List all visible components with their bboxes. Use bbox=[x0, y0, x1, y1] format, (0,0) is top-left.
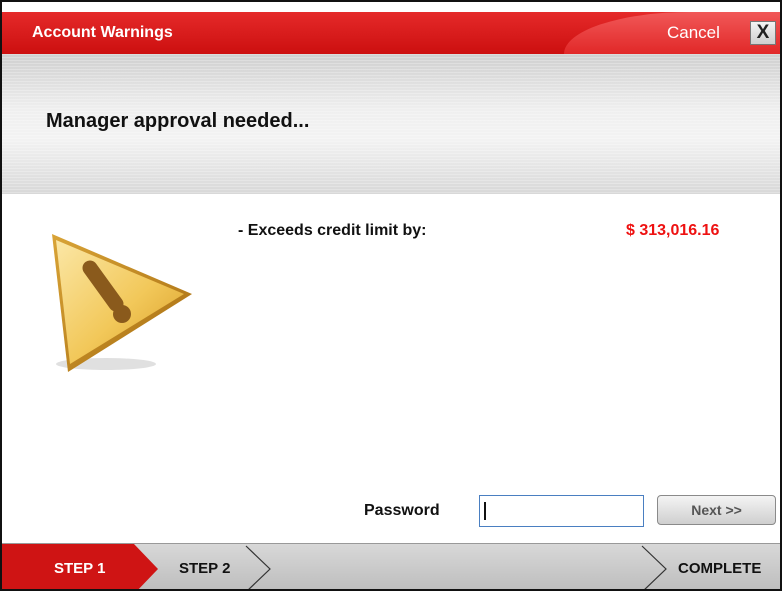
warning-amount: $ 313,016.16 bbox=[626, 222, 720, 239]
step-complete-label: COMPLETE bbox=[678, 560, 762, 577]
step-1-label: STEP 1 bbox=[54, 560, 106, 577]
step-progress-bar: STEP 1 STEP 2 COMPLETE bbox=[2, 543, 780, 589]
step-arrows-graphic bbox=[2, 544, 667, 589]
step-2-label: STEP 2 bbox=[179, 560, 231, 577]
cancel-link[interactable]: Cancel bbox=[667, 23, 720, 43]
title-bar: Account Warnings Cancel X bbox=[2, 2, 780, 54]
page-title: Manager approval needed... bbox=[46, 110, 310, 132]
next-button[interactable]: Next >> bbox=[657, 495, 776, 525]
warning-message-label: - Exceeds credit limit by: bbox=[238, 222, 427, 239]
account-warnings-dialog: Account Warnings Cancel X Manager approv… bbox=[0, 0, 782, 591]
warning-triangle-icon bbox=[52, 234, 192, 372]
password-input[interactable] bbox=[479, 495, 644, 527]
dialog-title: Account Warnings bbox=[32, 24, 173, 41]
text-caret bbox=[484, 502, 486, 520]
close-icon[interactable]: X bbox=[750, 21, 776, 45]
header-panel: Manager approval needed... bbox=[2, 54, 780, 194]
password-label: Password bbox=[364, 502, 440, 519]
